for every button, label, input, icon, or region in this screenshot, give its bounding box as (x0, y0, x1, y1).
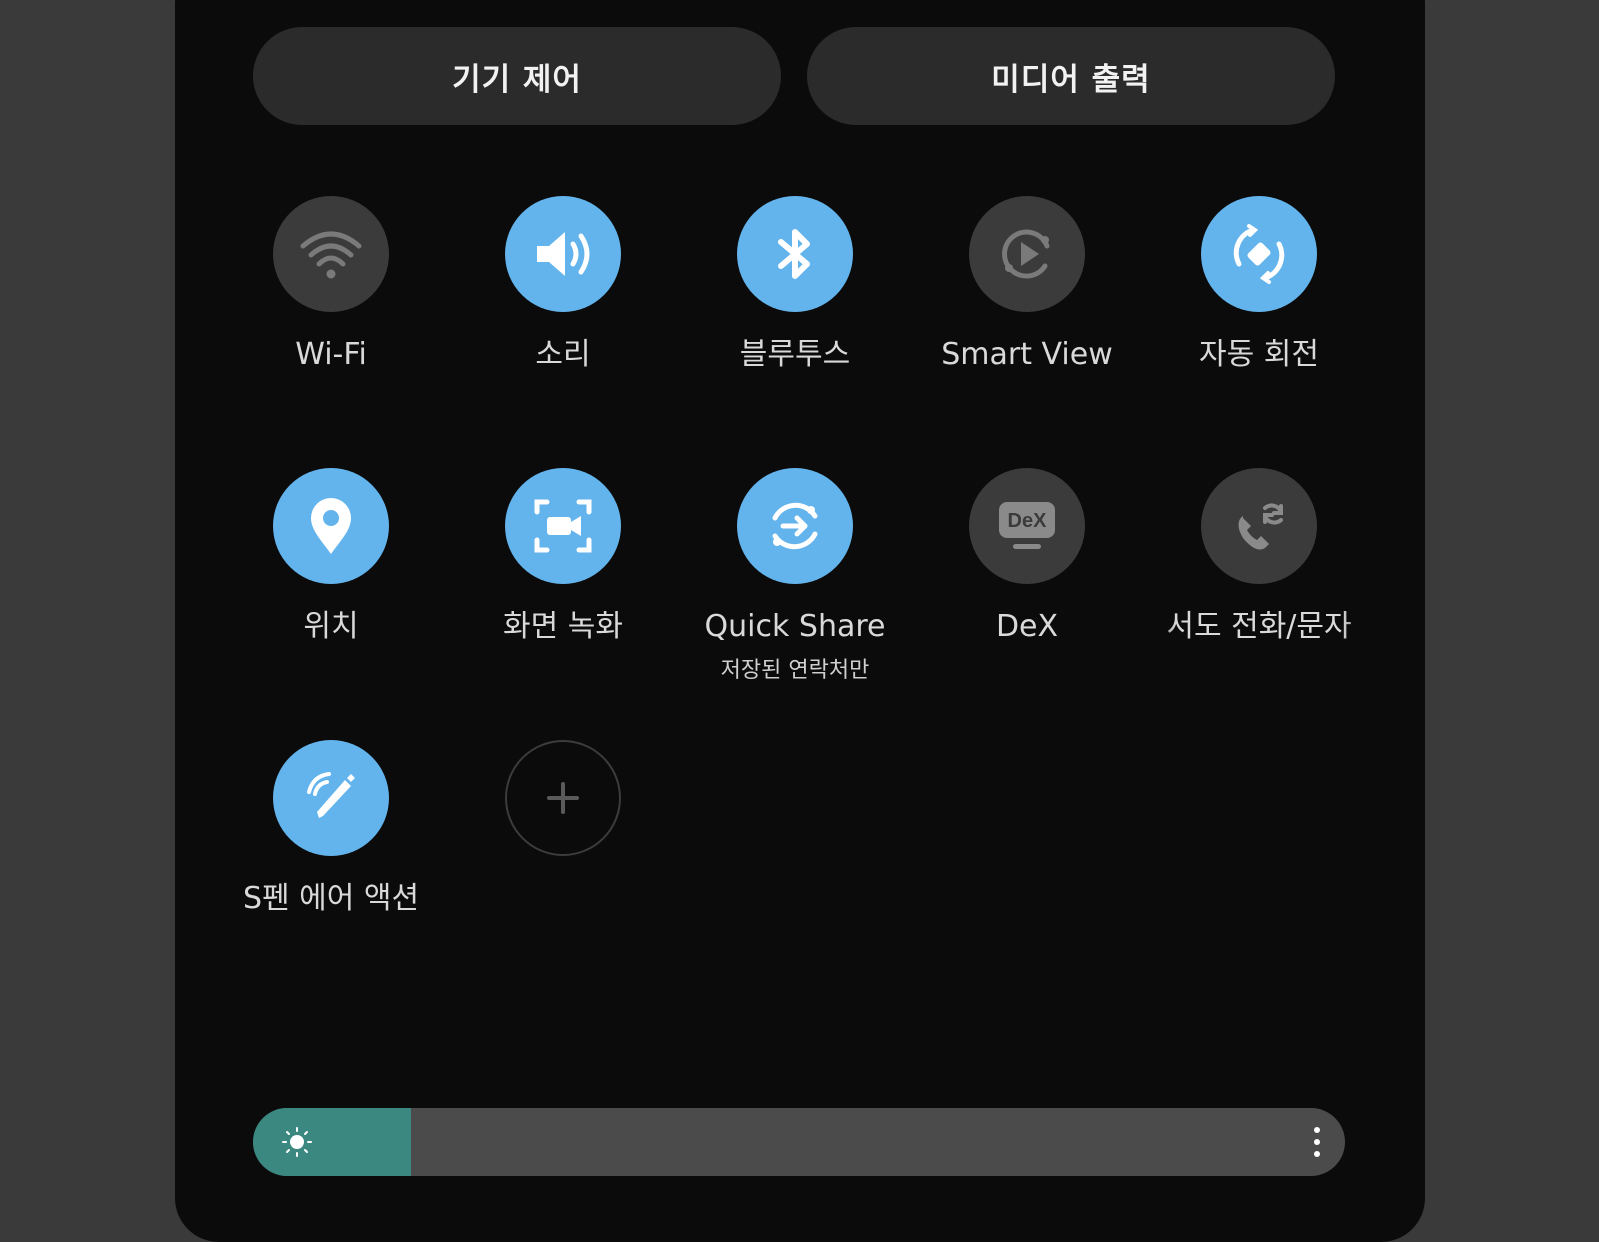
brightness-sun-icon (282, 1127, 312, 1157)
tile-label: DeX (995, 609, 1059, 644)
tile-screen-record[interactable]: 화면 녹화 (447, 468, 679, 646)
tile-label: 서도 전화/문자 (1166, 609, 1352, 644)
tile-call-sync[interactable]: 서도 전화/문자 (1143, 468, 1375, 646)
smart-view-icon (1002, 229, 1050, 279)
location-toggle[interactable] (273, 468, 389, 584)
screen-record-icon (534, 499, 592, 553)
screen-record-toggle[interactable] (505, 468, 621, 584)
tile-smart-view[interactable]: Smart View (911, 196, 1143, 374)
tile-wifi[interactable]: Wi-Fi (215, 196, 447, 374)
brightness-fill (253, 1108, 412, 1176)
add-icon (547, 782, 579, 814)
tile-label: S펜 에어 액션 (242, 881, 420, 916)
wifi-icon (300, 231, 362, 279)
smart-view-toggle[interactable] (969, 196, 1085, 312)
tile-label: Smart View (941, 337, 1113, 372)
tile-label: Wi-Fi (295, 337, 367, 372)
bluetooth-icon (778, 229, 810, 279)
quick-share-toggle[interactable] (737, 468, 853, 584)
svg-text:DeX: DeX (1008, 510, 1048, 532)
add-tile-button[interactable] (505, 740, 621, 856)
location-icon (311, 498, 351, 554)
tile-dex[interactable]: DeX DeX (911, 468, 1143, 646)
tile-label: 화면 녹화 (503, 609, 623, 644)
media-output-button[interactable]: 미디어 출력 (807, 27, 1335, 125)
device-control-button[interactable]: 기기 제어 (253, 27, 781, 125)
s-pen-air-action-toggle[interactable] (273, 740, 389, 856)
s-pen-air-action-icon (307, 772, 355, 818)
tile-auto-rotate[interactable]: 자동 회전 (1143, 196, 1375, 374)
brightness-slider[interactable] (253, 1108, 1345, 1176)
tile-label: Quick Share (704, 609, 886, 644)
tile-s-pen-air-action[interactable]: S펜 에어 액션 (215, 740, 447, 918)
tile-label: 블루투스 (739, 337, 851, 372)
quick-panel: 기기 제어 미디어 출력 Wi-Fi 소리 블루투스 Smart View 자동… (175, 0, 1425, 1242)
tile-location[interactable]: 위치 (215, 468, 447, 646)
auto-rotate-toggle[interactable] (1201, 196, 1317, 312)
tile-label: 자동 회전 (1199, 337, 1319, 372)
bluetooth-toggle[interactable] (737, 196, 853, 312)
sound-icon (537, 232, 590, 276)
call-sync-icon (1238, 503, 1283, 550)
tile-add[interactable] (447, 740, 679, 856)
dex-icon: DeX (999, 502, 1055, 549)
more-options-icon[interactable] (1311, 1125, 1323, 1159)
tile-sound[interactable]: 소리 (447, 196, 679, 374)
tile-label: 위치 (303, 609, 359, 644)
auto-rotate-icon (1233, 224, 1285, 284)
sound-toggle[interactable] (505, 196, 621, 312)
tile-label: 소리 (535, 337, 591, 372)
tile-bluetooth[interactable]: 블루투스 (679, 196, 911, 374)
quick-share-icon (772, 502, 818, 550)
call-sync-toggle[interactable] (1201, 468, 1317, 584)
tile-sublabel: 저장된 연락처만 (720, 658, 870, 683)
tile-quick-share[interactable]: Quick Share 저장된 연락처만 (679, 468, 911, 684)
wifi-toggle[interactable] (273, 196, 389, 312)
dex-toggle[interactable]: DeX (969, 468, 1085, 584)
